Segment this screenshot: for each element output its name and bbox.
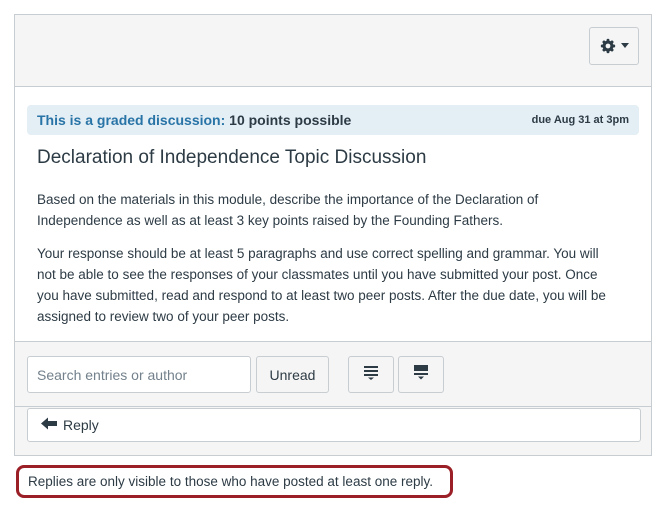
graded-prefix: This is a graded discussion:	[37, 112, 226, 128]
discussion-panel: This is a graded discussion: 10 points p…	[14, 14, 652, 456]
search-entries-input[interactable]	[27, 356, 251, 393]
notice-text: Replies are only visible to those who ha…	[28, 474, 433, 489]
expand-all-button[interactable]	[348, 356, 394, 393]
collapse-all-icon	[413, 364, 429, 385]
topic-paragraph: Your response should be at least 5 parag…	[37, 246, 606, 324]
discussion-filter-toolbar: Unread	[15, 342, 651, 407]
topic-body: Based on the materials in this module, d…	[37, 189, 617, 339]
expand-all-icon	[363, 364, 379, 385]
reply-button[interactable]: Reply	[27, 408, 641, 442]
settings-menu-button[interactable]	[589, 27, 639, 65]
graded-info: This is a graded discussion: 10 points p…	[37, 112, 351, 128]
discussion-header-bar	[15, 15, 651, 87]
topic-content: This is a graded discussion: 10 points p…	[15, 87, 651, 342]
unread-filter-button[interactable]: Unread	[256, 356, 329, 393]
caret-down-icon	[620, 43, 629, 49]
collapse-all-button[interactable]	[398, 356, 444, 393]
topic-paragraph: Based on the materials in this module, d…	[37, 192, 539, 228]
replies-visibility-notice: Replies are only visible to those who ha…	[16, 465, 453, 498]
graded-discussion-banner: This is a graded discussion: 10 points p…	[27, 105, 639, 135]
points-possible: 10 points possible	[229, 112, 352, 128]
topic-title: Declaration of Independence Topic Discus…	[37, 147, 427, 168]
reply-label: Reply	[63, 417, 99, 433]
due-date: due Aug 31 at 3pm	[531, 114, 629, 126]
gear-icon	[600, 38, 616, 54]
reply-arrow-icon	[41, 417, 57, 433]
